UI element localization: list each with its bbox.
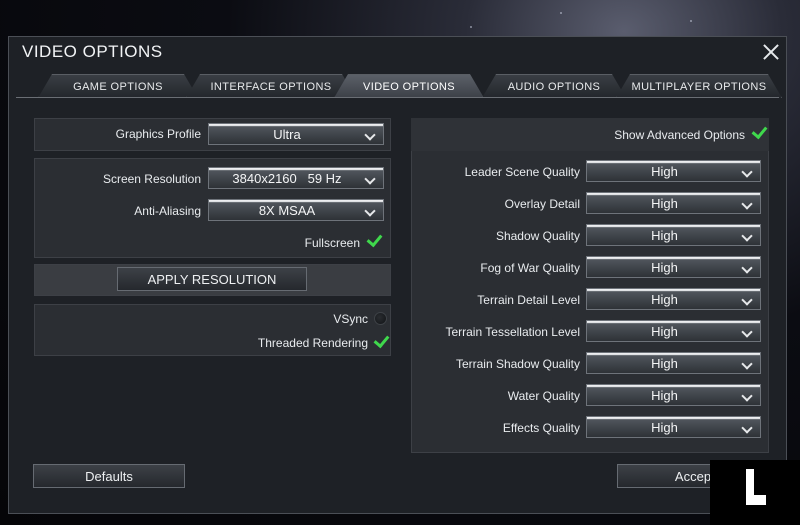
setting-label: Shadow Quality bbox=[495, 229, 580, 243]
setting-label: Effects Quality bbox=[502, 421, 580, 435]
setting-value: High bbox=[651, 259, 678, 275]
screen-resolution-value: 3840x2160 59 Hz bbox=[232, 170, 342, 186]
effects-quality-dropdown[interactable]: High bbox=[586, 416, 761, 438]
setting-value: High bbox=[651, 355, 678, 371]
tab-multiplayer-options[interactable]: MULTIPLAYER OPTIONS bbox=[616, 74, 782, 98]
setting-label: Terrain Shadow Quality bbox=[455, 357, 580, 371]
setting-value: High bbox=[651, 227, 678, 243]
vsync-label: VSync bbox=[333, 312, 368, 326]
anti-aliasing-dropdown[interactable]: 8X MSAA bbox=[208, 199, 384, 221]
threaded-rendering-label: Threaded Rendering bbox=[257, 336, 368, 350]
setting-label: Fog of War Quality bbox=[480, 261, 580, 275]
screen-resolution-dropdown[interactable]: 3840x2160 59 Hz bbox=[208, 167, 384, 189]
overlay-detail-dropdown[interactable]: High bbox=[586, 192, 761, 214]
star bbox=[560, 12, 562, 14]
setting-label: Water Quality bbox=[507, 389, 580, 403]
water-quality-dropdown[interactable]: High bbox=[586, 384, 761, 406]
tab-game-options[interactable]: GAME OPTIONS bbox=[38, 74, 198, 98]
anti-aliasing-label: Anti-Aliasing bbox=[134, 204, 201, 218]
graphics-profile-label: Graphics Profile bbox=[115, 127, 201, 141]
graphics-profile-dropdown[interactable]: Ultra bbox=[208, 123, 384, 145]
setting-value: High bbox=[651, 323, 678, 339]
star bbox=[690, 20, 692, 22]
tab-divider bbox=[16, 97, 779, 98]
tab-bar: GAME OPTIONS INTERFACE OPTIONS VIDEO OPT… bbox=[16, 66, 779, 98]
setting-value: High bbox=[651, 291, 678, 307]
fullscreen-label: Fullscreen bbox=[304, 236, 360, 250]
leader-scene-quality-dropdown[interactable]: High bbox=[586, 160, 761, 182]
apply-resolution-button[interactable]: APPLY RESOLUTION bbox=[117, 267, 307, 291]
terrain-tessellation-level-dropdown[interactable]: High bbox=[586, 320, 761, 342]
setting-value: High bbox=[651, 195, 678, 211]
terrain-shadow-quality-dropdown[interactable]: High bbox=[586, 352, 761, 374]
screen-resolution-label: Screen Resolution bbox=[102, 172, 201, 186]
dialog-title: VIDEO OPTIONS bbox=[22, 42, 163, 61]
anti-aliasing-value: 8X MSAA bbox=[258, 202, 316, 218]
setting-value: High bbox=[651, 387, 678, 403]
shadow-quality-dropdown[interactable]: High bbox=[586, 224, 761, 246]
setting-value: High bbox=[651, 419, 678, 435]
defaults-button[interactable]: Defaults bbox=[33, 464, 185, 488]
setting-label: Terrain Tessellation Level bbox=[445, 325, 580, 339]
setting-label: Leader Scene Quality bbox=[464, 165, 580, 179]
close-icon[interactable] bbox=[758, 40, 784, 64]
tab-video-options[interactable]: VIDEO OPTIONS bbox=[334, 74, 484, 98]
tab-audio-options[interactable]: AUDIO OPTIONS bbox=[482, 74, 626, 98]
setting-value: High bbox=[651, 163, 678, 179]
star bbox=[470, 26, 472, 28]
graphics-profile-value: Ultra bbox=[273, 126, 301, 142]
setting-label: Overlay Detail bbox=[504, 197, 580, 211]
watermark-logo-notch bbox=[754, 469, 766, 495]
fog-of-war-quality-dropdown[interactable]: High bbox=[586, 256, 761, 278]
vsync-checkbox[interactable] bbox=[374, 312, 387, 325]
tab-interface-options[interactable]: INTERFACE OPTIONS bbox=[186, 74, 356, 98]
terrain-detail-level-dropdown[interactable]: High bbox=[586, 288, 761, 310]
show-advanced-label: Show Advanced Options bbox=[614, 128, 745, 142]
setting-label: Terrain Detail Level bbox=[477, 293, 580, 307]
